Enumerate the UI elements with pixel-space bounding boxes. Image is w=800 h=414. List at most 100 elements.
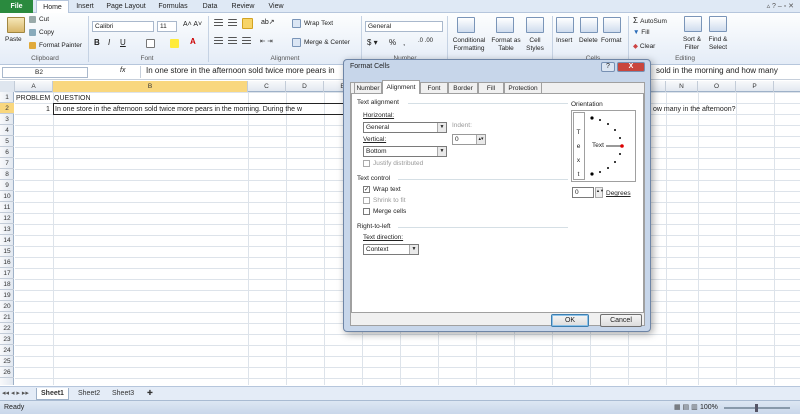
- delete-cells-icon[interactable]: [580, 17, 598, 33]
- row-header[interactable]: 14: [0, 235, 14, 246]
- italic-icon[interactable]: I: [108, 38, 110, 47]
- ribbon-window-controls[interactable]: ▵ ? – ▫ ✕: [767, 2, 794, 10]
- tab-formulas[interactable]: Formulas: [152, 0, 194, 13]
- paste-button[interactable]: Paste: [5, 36, 22, 43]
- comma-icon[interactable]: ,: [403, 38, 405, 47]
- percent-icon[interactable]: %: [389, 38, 396, 47]
- row-header[interactable]: 23: [0, 334, 14, 345]
- tab-data[interactable]: Data: [196, 0, 224, 13]
- row-header[interactable]: 10: [0, 191, 14, 202]
- conditional-formatting-button[interactable]: Conditional Formatting: [451, 37, 487, 53]
- cell-a1[interactable]: PROBLEM: [16, 93, 50, 104]
- sheet-tab-sheet2[interactable]: Sheet2: [74, 388, 104, 400]
- format-as-table-icon[interactable]: [496, 17, 514, 33]
- clear-button[interactable]: ◆ Clear: [633, 42, 655, 50]
- indent-stepper[interactable]: 0 ▴▾: [452, 134, 486, 145]
- shrink-to-fit-checkbox[interactable]: [363, 197, 370, 204]
- row-header[interactable]: 11: [0, 202, 14, 213]
- fill-color-icon[interactable]: [170, 39, 179, 48]
- help-button[interactable]: ?: [601, 62, 615, 72]
- row-header[interactable]: 8: [0, 169, 14, 180]
- row-header[interactable]: 9: [0, 180, 14, 191]
- format-painter-button[interactable]: Format Painter: [39, 42, 82, 49]
- insert-cells-icon[interactable]: [556, 17, 574, 33]
- format-painter-icon[interactable]: [29, 42, 36, 49]
- format-as-table-button[interactable]: Format as Table: [490, 37, 522, 53]
- row-header[interactable]: 17: [0, 268, 14, 279]
- copy-icon[interactable]: [29, 29, 36, 36]
- row-header[interactable]: 5: [0, 136, 14, 147]
- autosum-button[interactable]: Σ AutoSum: [633, 16, 667, 25]
- delete-cells-button[interactable]: Delete: [579, 37, 598, 44]
- indent-icon[interactable]: ⇤ ⇥: [260, 37, 273, 45]
- merge-center-icon[interactable]: [292, 38, 301, 47]
- currency-icon[interactable]: $ ▾: [367, 38, 378, 47]
- paste-icon[interactable]: [7, 17, 25, 33]
- find-select-button[interactable]: Find & Select: [704, 36, 732, 52]
- tab-home[interactable]: Home: [36, 0, 69, 14]
- cut-button[interactable]: Cut: [39, 16, 49, 23]
- column-header[interactable]: A: [15, 81, 53, 92]
- justify-distributed-checkbox[interactable]: [363, 160, 370, 167]
- tab-page-layout[interactable]: Page Layout: [102, 0, 150, 13]
- degrees-spinner-icon[interactable]: ▲▼: [595, 187, 604, 198]
- row-header[interactable]: 12: [0, 213, 14, 224]
- cell-styles-button[interactable]: Cell Styles: [522, 37, 548, 53]
- conditional-formatting-icon[interactable]: [457, 17, 475, 33]
- row-header[interactable]: 20: [0, 301, 14, 312]
- align-middle-icon[interactable]: [228, 19, 237, 28]
- merge-center-button[interactable]: Merge & Center: [304, 39, 350, 46]
- font-grow-shrink-icon[interactable]: A˄ A˅: [183, 21, 202, 28]
- number-format-box[interactable]: General: [365, 21, 443, 32]
- sheet-tab-sheet1[interactable]: Sheet1: [36, 388, 69, 400]
- wrap-text-checkbox[interactable]: ✓: [363, 186, 370, 193]
- font-color-icon[interactable]: A: [190, 37, 196, 46]
- row-header[interactable]: 6: [0, 147, 14, 158]
- wrap-text-button[interactable]: Wrap Text: [304, 20, 333, 27]
- select-all-button[interactable]: [0, 81, 15, 92]
- name-box[interactable]: B2: [2, 67, 88, 78]
- insert-cells-button[interactable]: Insert: [556, 37, 572, 44]
- cell-a2[interactable]: 1: [46, 104, 50, 115]
- close-button[interactable]: X: [617, 62, 645, 72]
- row-header[interactable]: 2: [0, 103, 14, 114]
- cell-b2-selected[interactable]: In one store in the afternoon sold twice…: [53, 103, 344, 115]
- row-header[interactable]: 3: [0, 114, 14, 125]
- borders-icon[interactable]: [146, 39, 155, 48]
- wrap-text-icon[interactable]: [292, 19, 301, 28]
- sheet-nav-icon[interactable]: ◂◂ ◂ ▸ ▸▸: [2, 389, 29, 397]
- row-header[interactable]: 15: [0, 246, 14, 257]
- tab-insert[interactable]: Insert: [70, 0, 100, 13]
- copy-button[interactable]: Copy: [39, 29, 54, 36]
- row-header[interactable]: 22: [0, 323, 14, 334]
- tab-view[interactable]: View: [262, 0, 290, 13]
- align-left-icon[interactable]: [214, 37, 223, 46]
- fx-icon[interactable]: fx: [120, 67, 125, 74]
- align-top-icon[interactable]: [214, 19, 223, 28]
- decimal-icon[interactable]: .0 .00: [418, 38, 433, 44]
- column-header[interactable]: N: [666, 81, 698, 92]
- cut-icon[interactable]: [29, 16, 36, 23]
- fill-button[interactable]: ▼ Fill: [633, 29, 650, 36]
- tab-file[interactable]: File: [0, 0, 33, 13]
- column-header[interactable]: O: [698, 81, 736, 92]
- tab-review[interactable]: Review: [226, 0, 260, 13]
- column-header[interactable]: C: [248, 81, 286, 92]
- view-buttons-icon[interactable]: ▦ ▤ ▥: [674, 403, 698, 411]
- row-header[interactable]: 4: [0, 125, 14, 136]
- zoom-level[interactable]: 100%: [700, 404, 718, 411]
- row-header[interactable]: 13: [0, 224, 14, 235]
- sort-filter-icon[interactable]: [684, 16, 702, 32]
- row-header[interactable]: 18: [0, 279, 14, 290]
- sheet-tab-sheet3[interactable]: Sheet3: [108, 388, 138, 400]
- format-cells-icon[interactable]: [603, 17, 621, 33]
- sort-filter-button[interactable]: Sort & Filter: [680, 36, 704, 52]
- cell-styles-icon[interactable]: [526, 17, 544, 33]
- row-header[interactable]: 16: [0, 257, 14, 268]
- align-right-icon[interactable]: [242, 37, 251, 46]
- row-header[interactable]: 25: [0, 356, 14, 367]
- font-size-box[interactable]: 11: [157, 21, 177, 32]
- underline-icon[interactable]: U: [120, 38, 126, 47]
- align-bottom-icon[interactable]: [242, 18, 253, 29]
- zoom-slider-thumb[interactable]: [755, 404, 758, 412]
